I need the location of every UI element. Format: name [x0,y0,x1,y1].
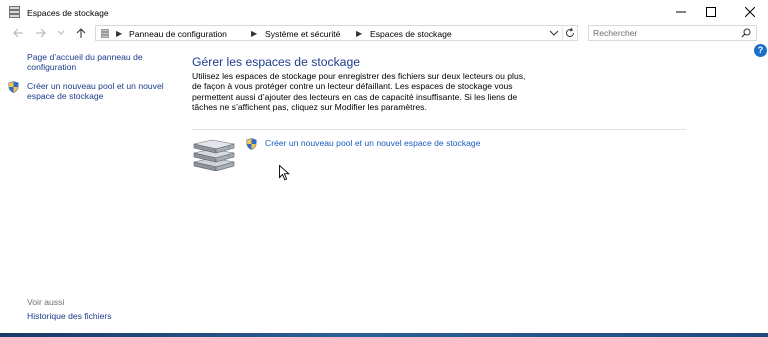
address-history-button[interactable] [547,26,561,40]
content-pane: Gérer les espaces de stockage Utilisez l… [192,55,692,255]
search-icon[interactable] [741,28,751,38]
refresh-icon [566,27,575,37]
recent-locations-button[interactable] [55,26,71,40]
storage-spaces-app-icon [9,6,20,18]
search-input[interactable] [593,27,733,39]
breadcrumb-storage-spaces[interactable]: Espaces de stockage [370,29,452,39]
chevron-down-icon [549,30,559,36]
address-bar[interactable]: ▶ Panneau de configuration ▶ Système et … [95,25,578,41]
taskbar-edge [0,333,768,337]
description-text: Utilisez les espaces de stockage pour en… [192,71,526,112]
breadcrumb-separator-icon[interactable]: ▶ [251,29,257,38]
breadcrumb-system-security[interactable]: Système et sécurité [265,29,340,39]
up-button[interactable] [74,26,90,40]
forward-button[interactable] [34,26,50,40]
title-bar[interactable]: Espaces de stockage [0,0,768,24]
back-button[interactable] [11,26,27,40]
breadcrumb-control-panel[interactable]: Panneau de configuration [129,29,227,39]
minimize-icon [676,11,686,13]
control-panel-icon [101,29,109,38]
see-also-label: Voir aussi [27,297,65,307]
navigation-bar: ▶ Panneau de configuration ▶ Système et … [0,24,768,42]
breadcrumb-separator-icon[interactable]: ▶ [356,29,362,38]
arrow-up-icon [76,28,86,38]
arrow-left-icon [13,28,23,38]
page-title: Gérer les espaces de stockage [192,55,361,69]
divider [192,129,686,130]
chevron-down-icon [57,30,65,35]
uac-shield-icon [246,138,257,150]
uac-shield-icon [8,81,19,93]
help-button[interactable]: ? [754,44,767,57]
file-history-link[interactable]: Historique des fichiers [27,311,112,321]
mouse-pointer-icon [279,165,290,181]
left-pane: Page d’accueil du panneau de configurati… [0,50,180,333]
create-pool-task-link[interactable]: Créer un nouveau pool et un nouvel espac… [265,138,480,148]
create-pool-link[interactable]: Créer un nouveau pool et un nouvel espac… [27,81,167,101]
close-button[interactable] [733,0,767,24]
maximize-button[interactable] [694,0,728,24]
breadcrumb-separator-icon[interactable]: ▶ [116,29,122,38]
maximize-icon [706,7,716,17]
minimize-button[interactable] [664,0,698,24]
close-icon [745,7,755,17]
storage-drives-icon [193,139,235,171]
search-box[interactable] [588,25,757,41]
window-title: Espaces de stockage [27,8,109,18]
control-panel-window: Espaces de stockage ▶ Panneau de configu… [0,0,768,333]
refresh-button[interactable] [562,26,578,40]
control-panel-home-link[interactable]: Page d’accueil du panneau de configurati… [27,52,172,72]
arrow-right-icon [36,28,46,38]
